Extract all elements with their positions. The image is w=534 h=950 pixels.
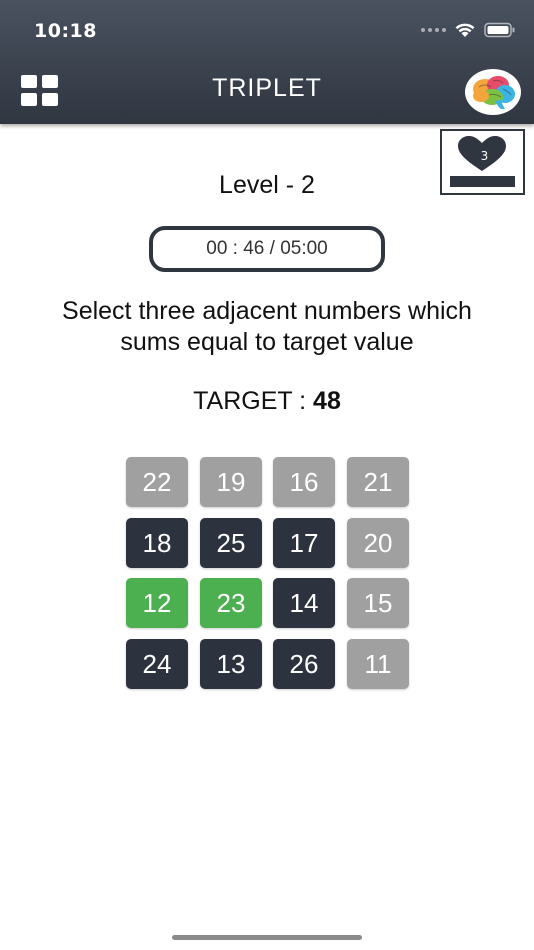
instruction-line: sums equal to target value — [120, 328, 414, 356]
number-tile[interactable]: 15 — [347, 578, 409, 628]
number-tile[interactable]: 24 — [126, 639, 188, 689]
target-prefix: TARGET : — [193, 387, 314, 415]
number-tile[interactable]: 11 — [347, 639, 409, 689]
header-bar: 10:18 TRIPLET — [0, 0, 534, 124]
instruction-line: Select three adjacent numbers which — [62, 297, 472, 325]
number-tile[interactable]: 22 — [126, 457, 188, 507]
number-tile[interactable]: 18 — [126, 518, 188, 568]
timer-display: 00 : 46 / 05:00 — [149, 226, 385, 272]
target-label: TARGET : 48 — [0, 387, 534, 416]
number-tile[interactable]: 13 — [200, 639, 262, 689]
home-indicator — [172, 935, 362, 940]
level-label: Level - 2 — [219, 171, 315, 199]
number-tile[interactable]: 20 — [347, 518, 409, 568]
number-tile[interactable]: 19 — [200, 457, 262, 507]
instruction-text: Select three adjacent numbers which sums… — [0, 296, 534, 358]
signal-icon — [421, 28, 446, 32]
lives-count: 3 — [480, 149, 489, 163]
number-tile[interactable]: 12 — [126, 578, 188, 628]
battery-icon — [484, 22, 515, 38]
brain-icon[interactable] — [465, 69, 521, 115]
number-tile[interactable]: 16 — [273, 457, 335, 507]
number-tile[interactable]: 14 — [273, 578, 335, 628]
number-tile[interactable]: 26 — [273, 639, 335, 689]
number-tile[interactable]: 25 — [200, 518, 262, 568]
status-time: 10:18 — [34, 20, 97, 42]
status-icons — [421, 22, 516, 38]
app-screen: 10:18 TRIPLET 3 Level - 2 00: 46 / 05:0… — [0, 0, 534, 950]
number-tile[interactable]: 21 — [347, 457, 409, 507]
number-tile[interactable]: 17 — [273, 518, 335, 568]
number-tile[interactable]: 23 — [200, 578, 262, 628]
page-title: TRIPLET — [212, 74, 322, 102]
wifi-icon — [455, 23, 475, 37]
target-value: 48 — [313, 387, 341, 415]
